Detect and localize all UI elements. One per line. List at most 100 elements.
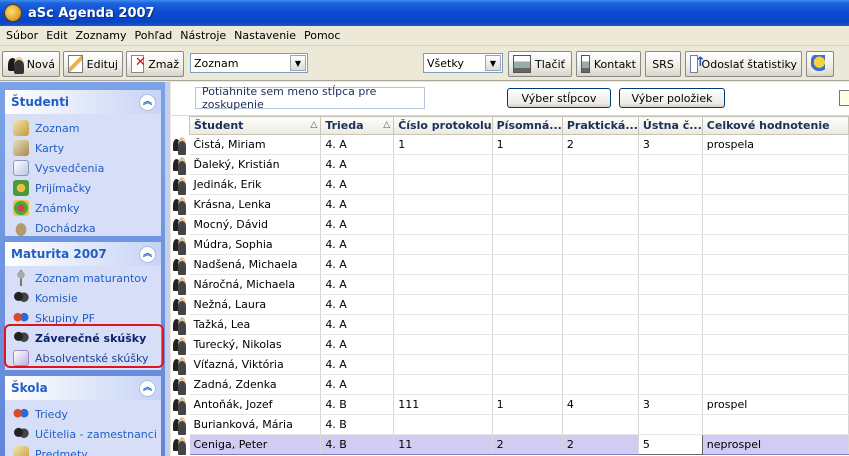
- table-cell[interactable]: [702, 214, 849, 235]
- table-cell[interactable]: 4. A: [320, 134, 395, 155]
- table-cell[interactable]: Čistá, Miriam: [189, 134, 322, 155]
- sidebar-item-prijimacky[interactable]: Prijímačky: [13, 178, 161, 198]
- edit-button[interactable]: Edituj: [63, 51, 123, 77]
- menu-subor[interactable]: Súbor: [2, 29, 42, 42]
- table-row[interactable]: Čistá, Miriam 4. A 1 1 2 3 prospela: [189, 134, 849, 155]
- table-cell[interactable]: 4. A: [320, 254, 395, 275]
- table-cell[interactable]: Turecký, Nikolas: [189, 334, 322, 355]
- menu-edit[interactable]: Edit: [42, 29, 71, 42]
- column-header[interactable]: Študent △: [188, 116, 322, 135]
- table-row[interactable]: Náročná, Michaela 4. A: [189, 274, 849, 295]
- table-cell[interactable]: 4. B: [320, 394, 395, 415]
- table-cell[interactable]: 4. A: [320, 214, 395, 235]
- table-cell[interactable]: 4. B: [320, 414, 395, 435]
- table-cell[interactable]: [638, 194, 703, 215]
- sidebar-item-dochadzka[interactable]: Dochádzka: [13, 218, 161, 238]
- table-cell[interactable]: prospel: [702, 394, 849, 415]
- table-cell[interactable]: [562, 194, 639, 215]
- menu-nastavenie[interactable]: Nastavenie: [230, 29, 300, 42]
- sidebar-item-ucitelia[interactable]: Učitelia - zamestnanci: [13, 424, 161, 444]
- print-button[interactable]: Tlačiť: [508, 51, 572, 77]
- table-row[interactable]: Ceniga, Peter 4. B 11 2 2 5 neprospel: [189, 434, 849, 455]
- table-cell[interactable]: 4. A: [320, 194, 395, 215]
- table-cell[interactable]: [702, 174, 849, 195]
- table-cell[interactable]: 3: [638, 134, 703, 155]
- chevron-down-icon[interactable]: ▼: [290, 55, 306, 71]
- table-cell[interactable]: [393, 354, 493, 375]
- table-row[interactable]: Burianková, Mária 4. B: [189, 414, 849, 435]
- table-cell[interactable]: [562, 174, 639, 195]
- table-cell[interactable]: 2: [562, 134, 639, 155]
- panel-header-studenti[interactable]: Študenti ︽: [5, 90, 161, 114]
- table-cell[interactable]: 11: [393, 434, 493, 455]
- sidebar-item-komisie[interactable]: Komisie: [13, 288, 161, 308]
- table-cell[interactable]: Mocný, Dávid: [189, 214, 322, 235]
- table-row[interactable]: Turecký, Nikolas 4. A: [189, 334, 849, 355]
- table-cell[interactable]: [562, 214, 639, 235]
- table-cell[interactable]: Nežná, Laura: [189, 294, 322, 315]
- table-cell[interactable]: [492, 174, 563, 195]
- table-cell[interactable]: [702, 354, 849, 375]
- table-row[interactable]: Ďaleký, Kristián 4. A: [189, 154, 849, 175]
- table-cell[interactable]: [638, 354, 703, 375]
- table-row[interactable]: Nežná, Laura 4. A: [189, 294, 849, 315]
- select-items-button[interactable]: Výber položiek: [619, 88, 725, 108]
- table-cell[interactable]: [393, 154, 493, 175]
- table-cell[interactable]: [393, 234, 493, 255]
- table-cell[interactable]: [702, 234, 849, 255]
- table-cell[interactable]: [492, 194, 563, 215]
- column-header[interactable]: Ústna č...: [637, 116, 703, 135]
- table-cell[interactable]: Náročná, Michaela: [189, 274, 322, 295]
- table-cell[interactable]: [702, 254, 849, 275]
- table-cell[interactable]: [638, 314, 703, 335]
- table-cell[interactable]: [562, 254, 639, 275]
- table-cell[interactable]: [492, 334, 563, 355]
- table-cell[interactable]: [562, 294, 639, 315]
- table-cell[interactable]: Burianková, Mária: [189, 414, 322, 435]
- table-cell[interactable]: [638, 214, 703, 235]
- table-cell[interactable]: [638, 334, 703, 355]
- table-cell[interactable]: 4. A: [320, 154, 395, 175]
- note-icon[interactable]: [839, 90, 849, 106]
- table-cell[interactable]: [492, 234, 563, 255]
- table-cell[interactable]: prospela: [702, 134, 849, 155]
- table-cell[interactable]: [393, 254, 493, 275]
- table-cell[interactable]: 1: [492, 394, 563, 415]
- collapse-icon[interactable]: ︽: [139, 93, 156, 111]
- menu-nastroje[interactable]: Nástroje: [176, 29, 230, 42]
- column-header[interactable]: Celkové hodnotenie: [701, 116, 849, 135]
- sidebar-item-znamky[interactable]: Známky: [13, 198, 161, 218]
- table-cell[interactable]: [393, 214, 493, 235]
- table-cell[interactable]: [562, 374, 639, 395]
- table-cell[interactable]: [638, 374, 703, 395]
- table-cell[interactable]: [702, 414, 849, 435]
- table-cell[interactable]: [492, 314, 563, 335]
- sidebar-item-vysvedcenia[interactable]: Vysvedčenia: [13, 158, 161, 178]
- sidebar-splitter[interactable]: [165, 82, 170, 456]
- table-cell[interactable]: 4. A: [320, 354, 395, 375]
- table-cell[interactable]: [638, 294, 703, 315]
- select-columns-button[interactable]: Výber stĺpcov: [507, 88, 611, 108]
- table-row[interactable]: Nadšená, Michaela 4. A: [189, 254, 849, 275]
- table-cell[interactable]: neprospel: [702, 434, 849, 455]
- table-cell[interactable]: [492, 254, 563, 275]
- table-cell[interactable]: [702, 374, 849, 395]
- table-cell[interactable]: Krásna, Lenka: [189, 194, 322, 215]
- table-cell[interactable]: Múdra, Sophia: [189, 234, 322, 255]
- column-header[interactable]: Praktická...: [561, 116, 639, 135]
- contact-button[interactable]: Kontakt: [576, 51, 641, 77]
- panel-header-skola[interactable]: Škola ︽: [5, 376, 161, 400]
- table-cell[interactable]: 4. A: [320, 334, 395, 355]
- table-cell[interactable]: 4. A: [320, 234, 395, 255]
- table-cell[interactable]: [638, 414, 703, 435]
- table-cell[interactable]: [393, 174, 493, 195]
- table-cell[interactable]: [638, 274, 703, 295]
- sidebar-item-triedy[interactable]: Triedy: [13, 404, 161, 424]
- table-cell[interactable]: 4. A: [320, 174, 395, 195]
- table-cell[interactable]: 4. B: [320, 434, 395, 455]
- table-cell[interactable]: [702, 314, 849, 335]
- column-header[interactable]: Trieda △: [320, 116, 395, 135]
- table-cell[interactable]: 4. A: [320, 374, 395, 395]
- collapse-icon[interactable]: ︽: [139, 379, 156, 397]
- table-cell[interactable]: 4. A: [320, 314, 395, 335]
